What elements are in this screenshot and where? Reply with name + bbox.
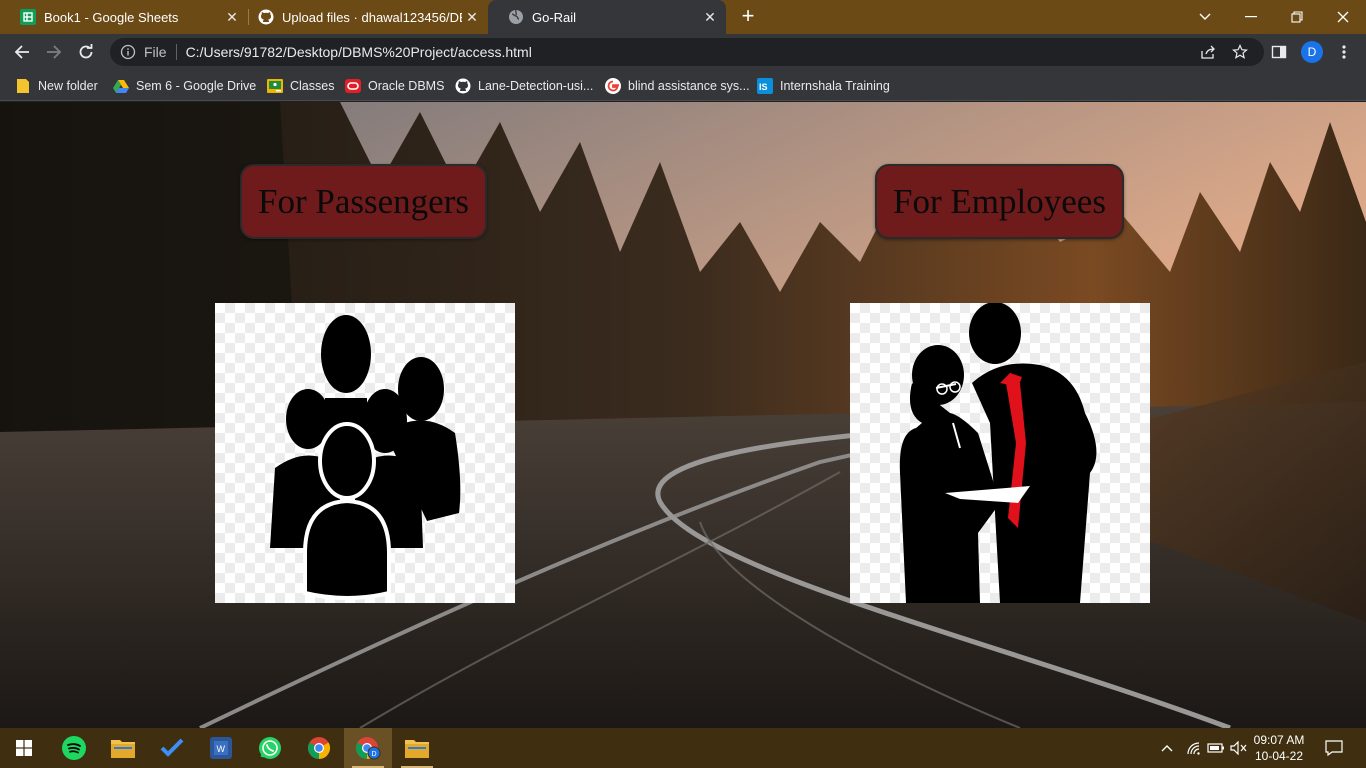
system-clock[interactable]: 09:07 AM 10-04-22	[1250, 732, 1308, 764]
file-explorer-icon[interactable]	[99, 728, 147, 768]
globe-icon	[508, 9, 524, 25]
tab-title: Go-Rail	[532, 9, 577, 25]
address-divider	[175, 44, 177, 60]
tab-github-upload[interactable]: Upload files · dhawal123456/DBMS ✕	[238, 0, 488, 34]
clock-date: 10-04-22	[1254, 749, 1304, 763]
profile-initial: D	[1301, 41, 1323, 63]
bookmark-label: Classes	[290, 79, 335, 93]
reload-icon[interactable]	[72, 38, 100, 66]
windows-start-icon[interactable]	[0, 728, 48, 768]
chrome-icon[interactable]	[295, 728, 343, 768]
more-menu-icon[interactable]	[1330, 38, 1358, 66]
tab-go-rail[interactable]: Go-Rail ✕	[488, 0, 726, 34]
volume-muted-icon[interactable]	[1228, 728, 1250, 768]
background-railway-image	[0, 102, 1366, 728]
file-explorer-icon[interactable]	[393, 728, 441, 768]
chevron-up-icon[interactable]	[1156, 728, 1178, 768]
profile-avatar[interactable]: D	[1298, 38, 1326, 66]
github-icon	[258, 9, 274, 25]
wifi-icon[interactable]	[1183, 728, 1205, 768]
url-text[interactable]: C:/Users/91782/Desktop/DBMS%20Project/ac…	[186, 44, 532, 60]
tab-google-sheets[interactable]: Book1 - Google Sheets ✕	[0, 0, 248, 34]
new-tab-button[interactable]: +	[736, 5, 760, 29]
bookmark-label: Lane-Detection-usi...	[478, 79, 594, 93]
bookmark-lane-detection[interactable]: Lane-Detection-usi...	[455, 76, 593, 96]
tab-search-chevron-icon[interactable]	[1182, 0, 1228, 34]
tab-title: Book1 - Google Sheets	[44, 9, 179, 25]
minimize-icon[interactable]	[1228, 0, 1274, 34]
close-tab-icon[interactable]: ✕	[464, 9, 480, 25]
google-sheets-icon	[20, 9, 36, 25]
go-rail-access-page: For Passengers For Employees	[0, 102, 1366, 728]
chrome-profile-icon[interactable]: D	[344, 728, 392, 768]
bookmark-label: New folder	[38, 79, 98, 93]
classroom-icon	[267, 78, 283, 94]
whatsapp-icon[interactable]	[246, 728, 294, 768]
bookmark-blind-assistance[interactable]: blind assistance sys...	[605, 76, 750, 96]
side-panel-icon[interactable]	[1265, 38, 1293, 66]
tab-title: Upload files · dhawal123456/DBMS	[282, 9, 462, 25]
bookmark-new-folder[interactable]: New folder	[15, 76, 98, 96]
bookmark-star-icon[interactable]	[1226, 38, 1254, 66]
scheme-label: File	[144, 44, 167, 60]
bookmark-classes[interactable]: Classes	[267, 76, 334, 96]
folder-icon	[15, 78, 31, 94]
svg-text:D: D	[372, 751, 377, 758]
business-people-silhouette	[899, 303, 1097, 603]
tab-strip: Book1 - Google Sheets ✕ Upload files · d…	[0, 0, 1366, 34]
info-icon[interactable]	[120, 44, 136, 60]
spotify-icon[interactable]	[50, 728, 98, 768]
oracle-icon	[345, 78, 361, 94]
bookmark-google-drive[interactable]: Sem 6 - Google Drive	[113, 76, 256, 96]
bookmark-label: Oracle DBMS	[368, 79, 445, 93]
bookmark-label: Sem 6 - Google Drive	[136, 79, 257, 93]
bookmark-oracle-dbms[interactable]: Oracle DBMS	[345, 76, 444, 96]
close-tab-icon[interactable]: ✕	[702, 9, 718, 25]
internshala-icon: IS	[757, 78, 773, 94]
bookmark-label: blind assistance sys...	[628, 79, 750, 93]
svg-text:IS: IS	[759, 82, 768, 92]
svg-text:W: W	[217, 744, 226, 754]
word-icon[interactable]: W	[197, 728, 245, 768]
google-icon	[605, 78, 621, 94]
people-group-icon	[270, 315, 461, 600]
for-employees-button[interactable]: For Employees	[875, 164, 1124, 239]
back-arrow-icon[interactable]	[8, 38, 36, 66]
bookmark-internshala[interactable]: IS Internshala Training	[757, 76, 890, 96]
github-icon	[455, 78, 471, 94]
windows-taskbar: W D 09:07 AM 10-04-22	[0, 728, 1366, 768]
restore-icon[interactable]	[1274, 0, 1320, 34]
clock-time: 09:07 AM	[1253, 733, 1305, 747]
bookmark-label: Internshala Training	[780, 79, 890, 93]
employees-image[interactable]	[850, 303, 1150, 603]
share-icon[interactable]	[1194, 38, 1222, 66]
forward-arrow-icon[interactable]	[40, 38, 68, 66]
for-passengers-button[interactable]: For Passengers	[240, 164, 487, 239]
address-bar[interactable]: File C:/Users/91782/Desktop/DBMS%20Proje…	[110, 38, 1264, 66]
close-window-icon[interactable]	[1320, 0, 1366, 34]
google-drive-icon	[113, 78, 129, 94]
passengers-image[interactable]	[215, 303, 515, 603]
bookmarks-bar: New folder Sem 6 - Google Drive Classes …	[0, 70, 1366, 101]
notifications-icon[interactable]	[1318, 728, 1350, 768]
battery-icon[interactable]	[1205, 728, 1227, 768]
todo-icon[interactable]	[148, 728, 196, 768]
browser-toolbar: File C:/Users/91782/Desktop/DBMS%20Proje…	[0, 34, 1366, 70]
